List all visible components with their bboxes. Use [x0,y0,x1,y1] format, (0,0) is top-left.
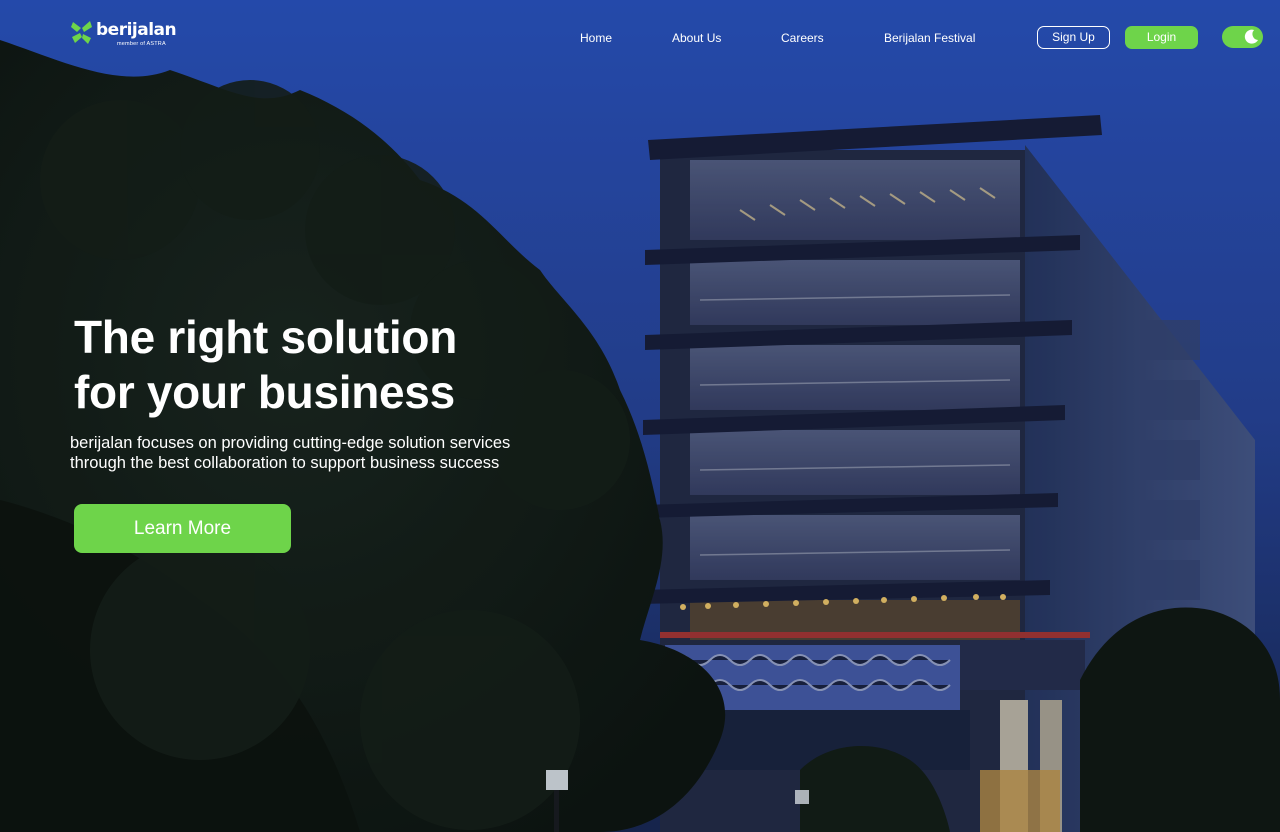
berijalan-logo[interactable]: berijalan member of ASTRA [70,20,180,50]
hero-section: berijalan member of ASTRA Home About Us … [0,0,1280,832]
hero-headline: The right solution for your business [74,310,594,420]
nav-link-about-us[interactable]: About Us [672,30,721,46]
theme-toggle[interactable] [1222,26,1263,48]
nav-link-berijalan-festival[interactable]: Berijalan Festival [884,30,975,46]
hero-subtitle-line-2: through the best collaboration to suppor… [70,454,500,472]
nav-link-home[interactable]: Home [580,30,612,46]
top-navigation: berijalan member of ASTRA Home About Us … [0,0,1280,76]
hero-headline-line-1: The right solution [74,311,457,363]
berijalan-logo-icon [71,21,92,44]
hero-headline-line-2: for your business [74,366,455,418]
hero-subtitle-line-1: berijalan focuses on providing cutting-e… [70,434,511,452]
nav-link-careers[interactable]: Careers [781,30,824,46]
login-button[interactable]: Login [1125,26,1198,49]
learn-more-button[interactable]: Learn More [74,504,291,553]
logo-brand-text: berijalan [96,20,177,40]
moon-icon [1244,29,1258,44]
sign-up-button[interactable]: Sign Up [1037,26,1110,49]
logo-tagline: member of ASTRA [117,41,166,47]
hero-subtitle: berijalan focuses on providing cutting-e… [70,433,570,473]
